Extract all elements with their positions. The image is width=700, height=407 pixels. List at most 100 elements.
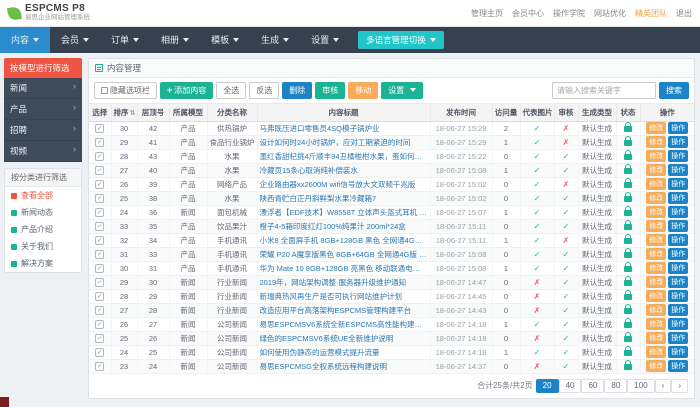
status-lock-icon[interactable] [624,294,632,300]
sidebar-category-item[interactable]: 关于我们 [5,238,81,255]
row-select-checkbox[interactable] [95,208,104,217]
row-edit-button[interactable]: 修改 [646,178,666,190]
row-edit-button[interactable]: 修改 [646,360,666,372]
status-lock-icon[interactable] [624,252,632,258]
hide-options-button[interactable]: 隐藏选项栏 [94,82,157,99]
audit-button[interactable]: 审核 [315,82,345,99]
status-lock-icon[interactable] [624,266,632,272]
row-manage-button[interactable]: 操作 [668,136,688,148]
sort-icon[interactable]: ⇅ [130,110,136,117]
row-title-link[interactable]: 改造应用平台高落架构ESPCMS管理构建平台 [260,305,428,316]
row-manage-button[interactable]: 操作 [668,164,688,176]
row-select-checkbox[interactable] [95,334,104,343]
row-select-checkbox[interactable] [95,236,104,245]
row-select-checkbox[interactable] [95,222,104,231]
nav-item-相册[interactable]: 相册 [150,27,200,53]
row-manage-button[interactable]: 操作 [668,150,688,162]
sidebar-category-item[interactable]: 查看全部 [5,187,81,204]
row-title-link[interactable]: 易思ESPCMSG全权系统远程构建说明 [260,361,428,372]
header-link[interactable]: 管理主页 [471,8,503,19]
page-size-button[interactable]: 60 [581,379,604,393]
row-manage-button[interactable]: 操作 [668,276,688,288]
sidebar-model-item[interactable]: 招聘› [4,120,82,141]
sidebar-model-item[interactable]: 新闻› [4,78,82,99]
row-manage-button[interactable]: 操作 [668,206,688,218]
row-title-link[interactable]: 马弗既压进口零售员4SQ模子锅炉业 [260,123,428,134]
status-lock-icon[interactable] [624,308,632,314]
row-edit-button[interactable]: 修改 [646,192,666,204]
nav-item-会员[interactable]: 会员 [50,27,100,53]
row-manage-button[interactable]: 操作 [668,220,688,232]
row-select-checkbox[interactable] [95,306,104,315]
row-title-link[interactable]: 如何使用伪静态的运营模式提升流量 [260,347,428,358]
row-select-checkbox[interactable] [95,292,104,301]
header-link[interactable]: 精英团队 [635,8,667,19]
nav-item-订单[interactable]: 订单 [100,27,150,53]
status-lock-icon[interactable] [624,168,632,174]
row-manage-button[interactable]: 操作 [668,360,688,372]
row-select-checkbox[interactable] [95,138,104,147]
add-content-button[interactable]: + 添加内容 [160,82,213,99]
status-lock-icon[interactable] [624,140,632,146]
status-lock-icon[interactable] [624,350,632,356]
next-page-button[interactable]: › [671,379,688,393]
row-select-checkbox[interactable] [95,264,104,273]
sidebar-model-item[interactable]: 视频› [4,141,82,162]
row-edit-button[interactable]: 修改 [646,122,666,134]
row-select-checkbox[interactable] [95,320,104,329]
row-select-checkbox[interactable] [95,250,104,259]
row-manage-button[interactable]: 操作 [668,192,688,204]
invert-selection-button[interactable]: 反选 [249,82,279,99]
status-lock-icon[interactable] [624,154,632,160]
row-select-checkbox[interactable] [95,362,104,371]
select-all-button[interactable]: 全选 [216,82,246,99]
row-title-link[interactable]: 设计如何时24小时锅炉，应对工期紧迫的时间 [260,137,428,148]
row-title-link[interactable]: 易思ESPCMSV6系统全新ESPCMS高性能构建平台 [260,319,428,330]
row-edit-button[interactable]: 修改 [646,290,666,302]
row-select-checkbox[interactable] [95,180,104,189]
search-input[interactable] [552,82,656,99]
status-lock-icon[interactable] [624,280,632,286]
page-size-button[interactable]: 40 [559,379,582,393]
status-lock-icon[interactable] [624,126,632,132]
search-button[interactable]: 搜索 [659,82,689,99]
settings-button[interactable]: 设置 [381,82,423,99]
row-select-checkbox[interactable] [95,278,104,287]
status-lock-icon[interactable] [624,182,632,188]
row-edit-button[interactable]: 修改 [646,206,666,218]
row-title-link[interactable]: 华为 Mate 10 8GB+128GB 亮黑色 移动联通电信4G手机 5.3英… [260,263,428,274]
sidebar-model-item[interactable]: 产品› [4,99,82,120]
row-title-link[interactable]: 荣耀 P20 A魔享版黑色 8GB+64GB 全网通4G版 移动联通电信4G手机 [260,249,428,260]
row-select-checkbox[interactable] [95,348,104,357]
row-manage-button[interactable]: 操作 [668,332,688,344]
row-title-link[interactable]: 绿色的ESPCMSV6系统UE全新维护说明 [260,333,428,344]
row-title-link[interactable]: 冷藏页15条心取消纯补偿装水 [260,165,428,176]
row-edit-button[interactable]: 修改 [646,304,666,316]
row-edit-button[interactable]: 修改 [646,136,666,148]
status-lock-icon[interactable] [624,238,632,244]
row-edit-button[interactable]: 修改 [646,262,666,274]
row-manage-button[interactable]: 操作 [668,304,688,316]
row-manage-button[interactable]: 操作 [668,234,688,246]
row-edit-button[interactable]: 修改 [646,276,666,288]
row-title-link[interactable]: 2019年，网站架构调整·服务器升级维护通知 [260,277,428,288]
row-edit-button[interactable]: 修改 [646,248,666,260]
header-link[interactable]: 网站优化 [594,8,626,19]
nav-item-设置[interactable]: 设置 [300,27,350,53]
nav-item-生成[interactable]: 生成 [250,27,300,53]
row-manage-button[interactable]: 操作 [668,248,688,260]
row-edit-button[interactable]: 修改 [646,164,666,176]
row-title-link[interactable]: 陕西青贮白正丹斜鲜梨水果冷藏箱7 [260,193,428,204]
row-title-link[interactable]: 新瑞典热风再生产是否可执行网站维护计划 [260,291,428,302]
row-edit-button[interactable]: 修改 [646,318,666,330]
row-title-link[interactable]: 漂浮者【EDF技术】W8558T 立体声头盔式耳机 蓝牙无线 [260,207,428,218]
status-lock-icon[interactable] [624,322,632,328]
delete-button[interactable]: 删除 [282,82,312,99]
row-manage-button[interactable]: 操作 [668,122,688,134]
status-lock-icon[interactable] [624,336,632,342]
row-manage-button[interactable]: 操作 [668,178,688,190]
row-select-checkbox[interactable] [95,124,104,133]
row-edit-button[interactable]: 修改 [646,234,666,246]
page-size-button[interactable]: 100 [627,379,654,393]
row-manage-button[interactable]: 操作 [668,318,688,330]
